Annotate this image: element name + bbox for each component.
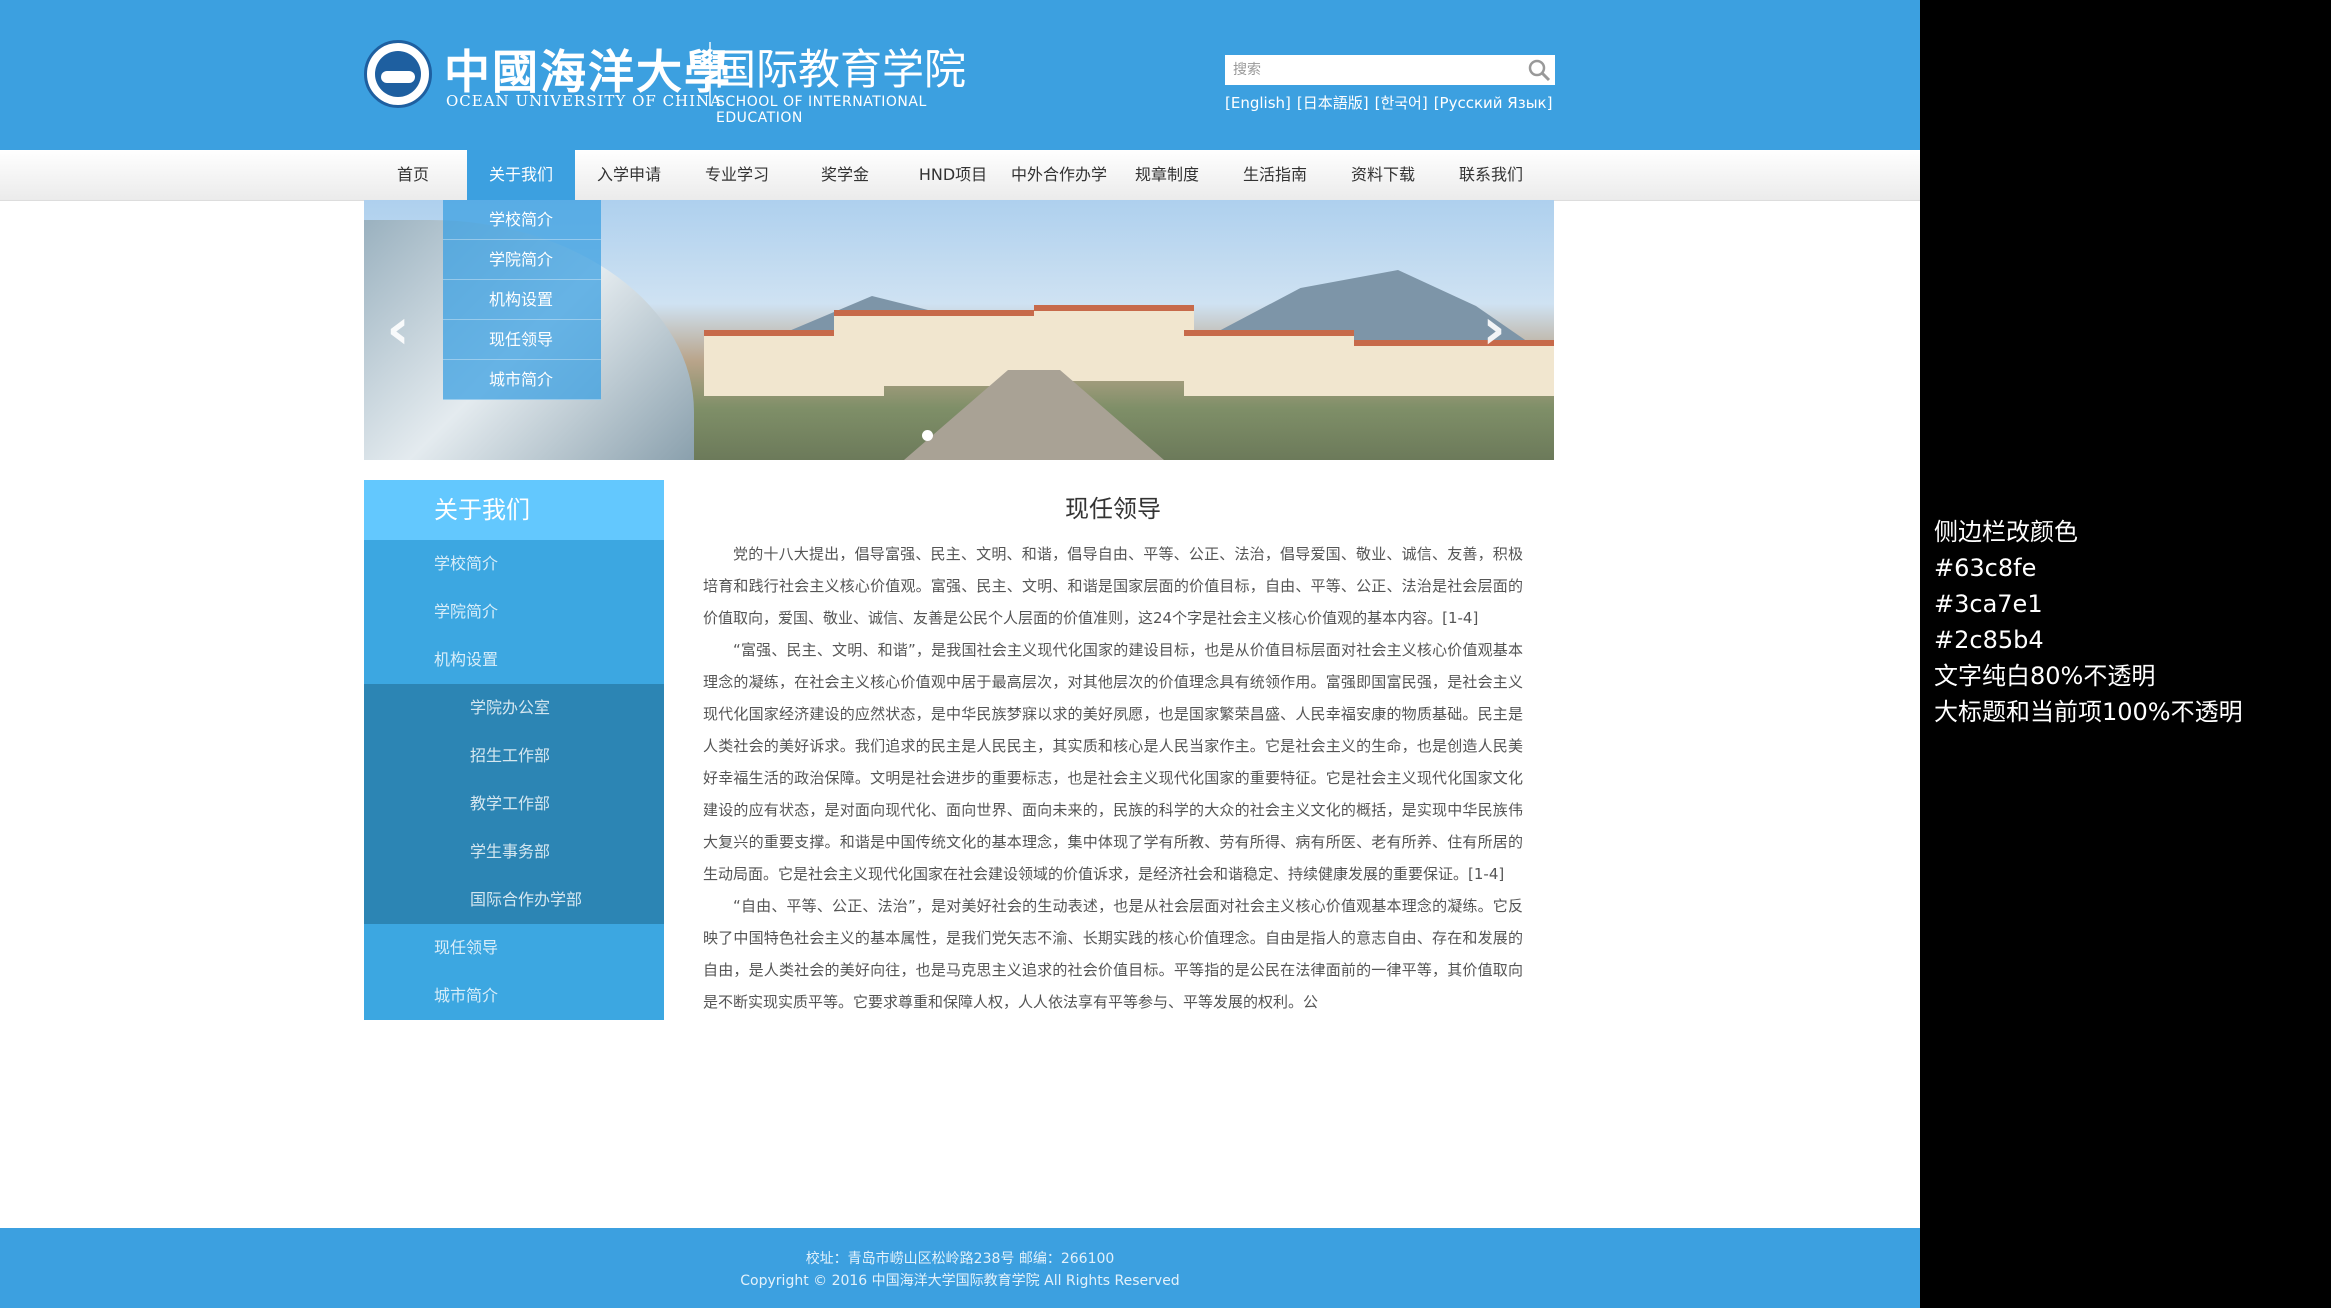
note-line: 侧边栏改颜色 <box>1934 518 2078 546</box>
article-title: 现任领导 <box>1065 495 1161 523</box>
nav-about-us[interactable]: 关于我们 <box>467 150 575 200</box>
school-name-en: SCHOOL OF INTERNATIONAL EDUCATION <box>716 94 927 126</box>
dropdown-item-leaders[interactable]: 现任领导 <box>443 320 601 360</box>
school-name-cn: 国际教育学院 <box>714 45 967 94</box>
sidebar-item-city-intro[interactable]: 城市简介 <box>364 972 664 1020</box>
sidebar-subitem-student-affairs[interactable]: 学生事务部 <box>364 828 664 876</box>
footer: 校址：青岛市崂山区松岭路238号 邮编：266100 Copyright © 2… <box>0 1228 1920 1308</box>
dropdown-item-city-intro[interactable]: 城市简介 <box>443 360 601 400</box>
header: 中國海洋大學 OCEAN UNIVERSITY OF CHINA 国际教育学院 … <box>0 0 1920 150</box>
main-nav: 首页 关于我们 入学申请 专业学习 奖学金 HND项目 中外合作办学 规章制度 … <box>0 150 1920 201</box>
nav-study[interactable]: 专业学习 <box>683 150 791 200</box>
note-line: #2c85b4 <box>1934 626 2044 654</box>
note-line: 大标题和当前项100%不透明 <box>1934 698 2243 726</box>
logo-divider <box>709 42 711 106</box>
language-links: [English] [日本語版] [한국어] [Русский Язык] <box>1225 92 1558 113</box>
nav-downloads[interactable]: 资料下载 <box>1329 150 1437 200</box>
carousel-dot[interactable] <box>922 430 933 441</box>
banner-building <box>1184 330 1354 396</box>
article: 现任领导 党的十八大提出，倡导富强、民主、文明、和谐，倡导自由、平等、公正、法治… <box>703 480 1523 1020</box>
university-seal-icon <box>364 40 432 108</box>
about-dropdown-menu: 学校简介 学院简介 机构设置 现任领导 城市简介 <box>443 200 601 400</box>
banner-building <box>1354 340 1554 396</box>
banner-building <box>1034 305 1194 381</box>
sidebar-title: 关于我们 <box>364 480 664 540</box>
sidebar-subitem-intl-cooperation[interactable]: 国际合作办学部 <box>364 876 664 924</box>
footer-address: 校址：青岛市崂山区松岭路238号 邮编：266100 <box>805 1251 1115 1267</box>
lang-english-link[interactable]: [English] <box>1225 94 1291 112</box>
sidebar-subitem-teaching[interactable]: 教学工作部 <box>364 780 664 828</box>
article-paragraph: “自由、平等、公正、法治”，是对美好社会的生动表述，也是从社会层面对社会主义核心… <box>703 897 1523 1011</box>
carousel-indicators <box>922 426 933 445</box>
search-input[interactable] <box>1225 55 1515 85</box>
article-paragraph: “富强、民主、文明、和谐”，是我国社会主义现代化国家的建设目标，也是从价值目标层… <box>703 641 1523 883</box>
lang-japanese-link[interactable]: [日本語版] <box>1297 94 1369 112</box>
carousel-prev-icon[interactable]: ‹ <box>378 300 418 360</box>
site-logo[interactable]: 中國海洋大學 OCEAN UNIVERSITY OF CHINA 国际教育学院 … <box>364 36 1004 126</box>
lang-russian-link[interactable]: [Русский Язык] <box>1434 94 1553 112</box>
article-body: 党的十八大提出，倡导富强、民主、文明、和谐，倡导自由、平等、公正、法治，倡导爱国… <box>703 538 1523 1020</box>
nav-regulations[interactable]: 规章制度 <box>1113 150 1221 200</box>
sidebar-subitem-admissions[interactable]: 招生工作部 <box>364 732 664 780</box>
sidebar-item-organization[interactable]: 机构设置 <box>364 636 664 684</box>
sidebar-item-leaders[interactable]: 现任领导 <box>364 924 664 972</box>
nav-joint-programs[interactable]: 中外合作办学 <box>1005 150 1113 200</box>
dropdown-item-college-intro[interactable]: 学院简介 <box>443 240 601 280</box>
search-box <box>1225 55 1555 85</box>
dropdown-item-school-intro[interactable]: 学校简介 <box>443 200 601 240</box>
page: 中國海洋大學 OCEAN UNIVERSITY OF CHINA 国际教育学院 … <box>0 0 1920 1308</box>
carousel-next-icon[interactable]: › <box>1474 300 1514 360</box>
nav-home[interactable]: 首页 <box>359 150 467 200</box>
nav-admission[interactable]: 入学申请 <box>575 150 683 200</box>
article-paragraph: 党的十八大提出，倡导富强、民主、文明、和谐，倡导自由、平等、公正、法治，倡导爱国… <box>703 545 1523 627</box>
sidebar-item-college-intro[interactable]: 学院简介 <box>364 588 664 636</box>
lang-korean-link[interactable]: [한국어] <box>1375 94 1428 112</box>
dropdown-item-organization[interactable]: 机构设置 <box>443 280 601 320</box>
nav-scholarship[interactable]: 奖学金 <box>791 150 899 200</box>
university-name-en: OCEAN UNIVERSITY OF CHINA <box>446 92 723 110</box>
note-line: #63c8fe <box>1934 554 2037 582</box>
nav-hnd[interactable]: HND项目 <box>899 150 1007 200</box>
annotation-notes: 侧边栏改颜色 #63c8fe #3ca7e1 #2c85b4 文字纯白80%不透… <box>1934 514 2314 730</box>
note-line: 文字纯白80%不透明 <box>1934 662 2156 690</box>
sidebar-item-school-intro[interactable]: 学校简介 <box>364 540 664 588</box>
nav-life-guide[interactable]: 生活指南 <box>1221 150 1329 200</box>
sidebar-subitem-office[interactable]: 学院办公室 <box>364 684 664 732</box>
nav-contact[interactable]: 联系我们 <box>1437 150 1545 200</box>
sidebar: 关于我们 学校简介 学院简介 机构设置 学院办公室 招生工作部 教学工作部 学生… <box>364 480 664 1020</box>
footer-copyright: Copyright © 2016 中国海洋大学国际教育学院 All Rights… <box>740 1273 1180 1289</box>
search-icon[interactable] <box>1527 58 1551 82</box>
note-line: #3ca7e1 <box>1934 590 2043 618</box>
